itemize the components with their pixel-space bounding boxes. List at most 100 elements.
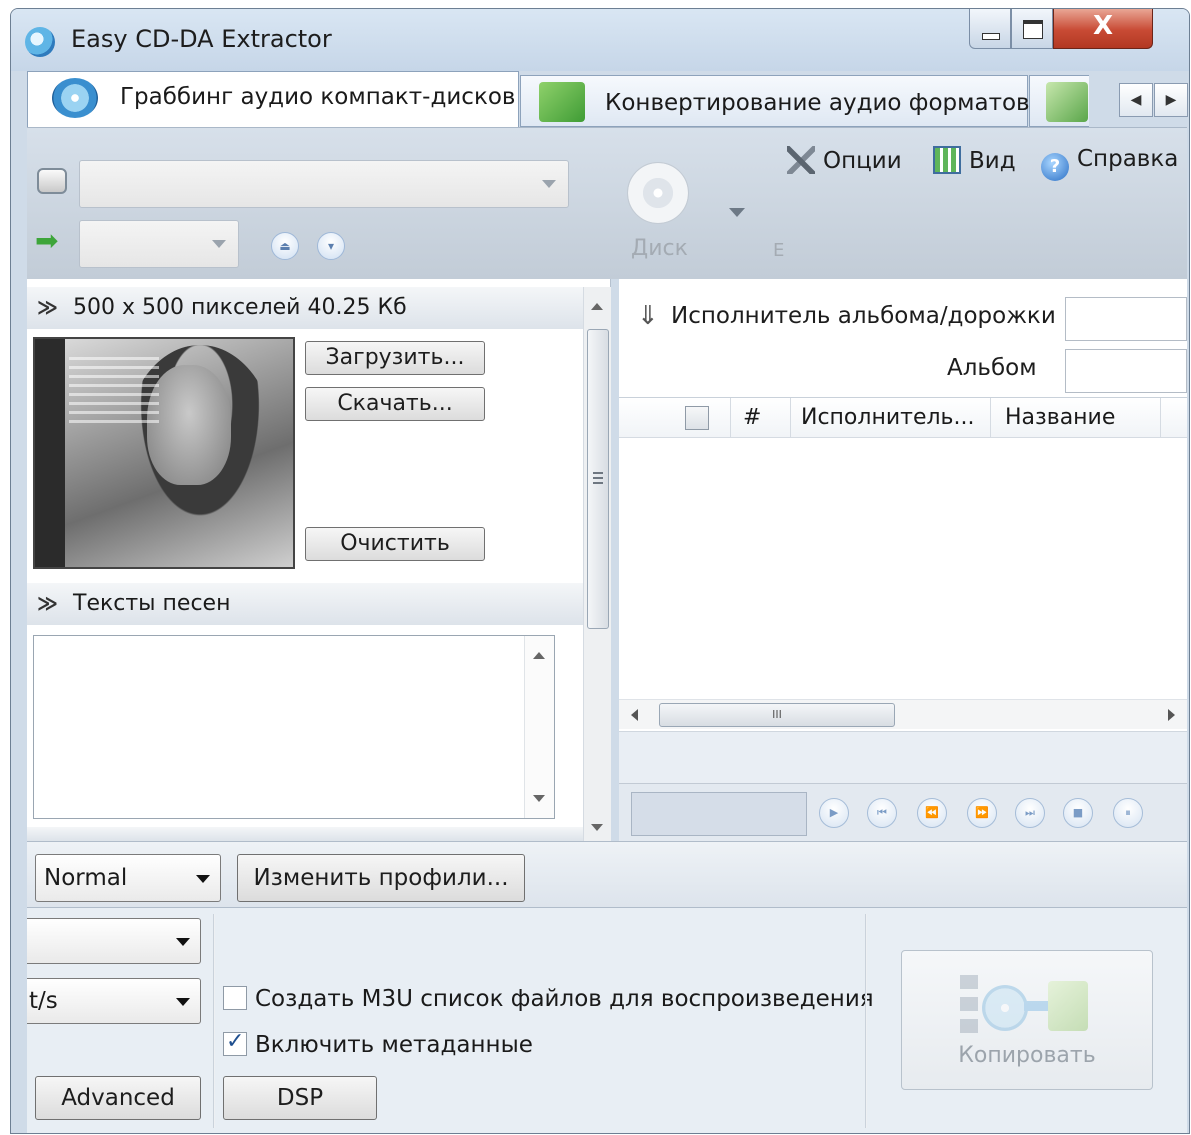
lyrics-scrollbar[interactable] (524, 636, 554, 818)
tab-label: Конвертирование аудио форматов (605, 90, 1030, 116)
cd-icon (25, 27, 55, 57)
cover-section-header[interactable]: ≫ 500 x 500 пикселей 40.25 Кб (27, 287, 583, 329)
download-cover-button[interactable]: Скачать... (305, 387, 485, 421)
lyrics-section-header[interactable]: ≫ Тексты песен (27, 583, 583, 625)
previous-track-button[interactable]: ⏮ (867, 798, 897, 828)
options-menu[interactable]: Опции (787, 146, 902, 174)
profile-select-value: Normal (44, 865, 128, 891)
column-artist[interactable]: Исполнитель... (791, 398, 991, 438)
format-select[interactable] (27, 918, 201, 964)
stop-button[interactable]: ■ (1063, 798, 1093, 828)
copy-button[interactable]: Копировать (901, 950, 1153, 1090)
toolbar: ➡ ⏏ ▾ Диск E Опции Вид ? Справка (27, 127, 1187, 279)
output-settings: t/s Advanced Создать M3U список файлов д… (27, 907, 1187, 1133)
advanced-button[interactable]: Advanced (35, 1076, 201, 1120)
tab-strip: Граббинг аудио компакт-дисков Конвертиро… (27, 71, 1188, 129)
pause-button[interactable]: ⏸ (1113, 798, 1143, 828)
album-input[interactable] (1065, 349, 1187, 393)
next-track-button[interactable]: ⏭ (1015, 798, 1045, 828)
bitrate-select-value: t/s (29, 988, 58, 1014)
arrow-right-icon: ➡ (35, 224, 59, 257)
tab-audio-converter[interactable]: Конвертирование аудио форматов (520, 75, 1030, 127)
cd-rip-icon (52, 78, 98, 118)
edit-profiles-button[interactable]: Изменить профили... (237, 854, 525, 902)
title-bar: Easy CD-DA Extractor X (11, 9, 1189, 71)
column-number[interactable]: # (731, 398, 791, 438)
music-folder-icon (1046, 82, 1088, 122)
tab-more[interactable] (1029, 75, 1089, 127)
bitrate-select[interactable]: t/s (27, 978, 201, 1024)
profile-select[interactable]: Normal (35, 854, 221, 902)
album-label: Альбом (947, 355, 1037, 381)
disc-dropdown-icon[interactable] (729, 208, 745, 217)
scroll-down-icon[interactable] (533, 795, 545, 802)
help-menu[interactable]: ? Справка (1041, 146, 1178, 181)
options-menu-label: Опции (823, 148, 902, 174)
window-title: Easy CD-DA Extractor (71, 25, 332, 53)
tab-scroll-right-button[interactable]: ▶ (1154, 83, 1188, 117)
drive-select[interactable] (79, 160, 569, 208)
next-section-header[interactable] (27, 827, 583, 841)
track-list[interactable]: # Исполнитель... Название (619, 397, 1187, 701)
metadata-checkbox[interactable] (223, 1029, 247, 1056)
view-menu[interactable]: Вид (933, 146, 1016, 174)
scroll-thumb[interactable]: III (659, 703, 895, 727)
cd-drive-icon (37, 168, 67, 194)
album-artist-input[interactable] (1065, 297, 1187, 341)
minimize-button[interactable] (969, 9, 1011, 49)
disc-icon[interactable] (627, 162, 689, 224)
collapse-chevron-icon: ≫ (37, 591, 58, 615)
speed-select[interactable] (79, 220, 239, 268)
profile-bar: Normal Изменить профили... (27, 841, 1187, 907)
app-window: Easy CD-DA Extractor X Граббинг аудио ко… (10, 8, 1190, 1134)
chevron-down-icon (542, 180, 556, 188)
column-artist-label: Исполнитель... (801, 405, 975, 430)
tab-scroll-left-button[interactable]: ◀ (1119, 83, 1153, 117)
playback-progress[interactable] (631, 792, 807, 836)
copy-tracks-icon (960, 973, 1090, 1037)
select-all-checkbox[interactable] (685, 406, 709, 430)
tab-cd-ripping[interactable]: Граббинг аудио компакт-дисков (27, 71, 519, 129)
dsp-button[interactable]: DSP (223, 1076, 377, 1120)
m3u-label: Создать M3U список файлов для воспроизве… (255, 986, 874, 1012)
m3u-option[interactable]: Создать M3U список файлов для воспроизве… (223, 986, 874, 1012)
sort-down-icon[interactable]: ⇓ (637, 301, 659, 331)
column-title[interactable]: Название (991, 398, 1161, 438)
column-title-label: Название (1005, 405, 1116, 430)
album-cover (33, 337, 295, 569)
scroll-up-icon[interactable] (591, 303, 603, 310)
play-button[interactable]: ▶ (819, 798, 849, 828)
metadata-label: Включить метаданные (255, 1032, 533, 1058)
m3u-checkbox[interactable] (223, 986, 247, 1010)
scroll-up-icon[interactable] (533, 652, 545, 659)
scroll-thumb[interactable] (587, 329, 609, 629)
load-tray-button[interactable]: ▾ (317, 232, 345, 260)
tools-icon (787, 146, 815, 174)
load-cover-button[interactable]: Загрузить... (305, 341, 485, 375)
chevron-down-icon (176, 938, 190, 946)
column-number-label: # (743, 405, 762, 430)
copy-button-label: Копировать (958, 1043, 1096, 1068)
clear-cover-button[interactable]: Очистить (305, 527, 485, 561)
view-icon (933, 146, 961, 174)
rewind-button[interactable]: ⏪ (917, 798, 947, 828)
maximize-button[interactable] (1011, 9, 1053, 49)
column-select-all[interactable] (619, 398, 731, 438)
metadata-option[interactable]: Включить метаданные (223, 1029, 533, 1058)
track-list-header: # Исполнитель... Название (619, 398, 1187, 438)
album-artist-label: Исполнитель альбома/дорожки (671, 303, 1056, 329)
fast-forward-button[interactable]: ⏩ (967, 798, 997, 828)
scroll-left-icon[interactable] (631, 709, 638, 721)
scroll-down-icon[interactable] (591, 824, 603, 831)
chevron-down-icon (196, 875, 210, 883)
close-button[interactable]: X (1053, 9, 1153, 49)
lyrics-textarea[interactable] (33, 635, 555, 819)
lyrics-header-label: Тексты песен (73, 591, 231, 616)
view-menu-label: Вид (969, 148, 1016, 174)
left-panel-scrollbar[interactable] (583, 287, 611, 841)
divider (865, 914, 867, 1128)
help-menu-label: Справка (1077, 146, 1179, 172)
eject-button[interactable]: ⏏ (271, 232, 299, 260)
scroll-right-icon[interactable] (1168, 709, 1175, 721)
track-list-hscrollbar[interactable]: III (619, 699, 1187, 729)
